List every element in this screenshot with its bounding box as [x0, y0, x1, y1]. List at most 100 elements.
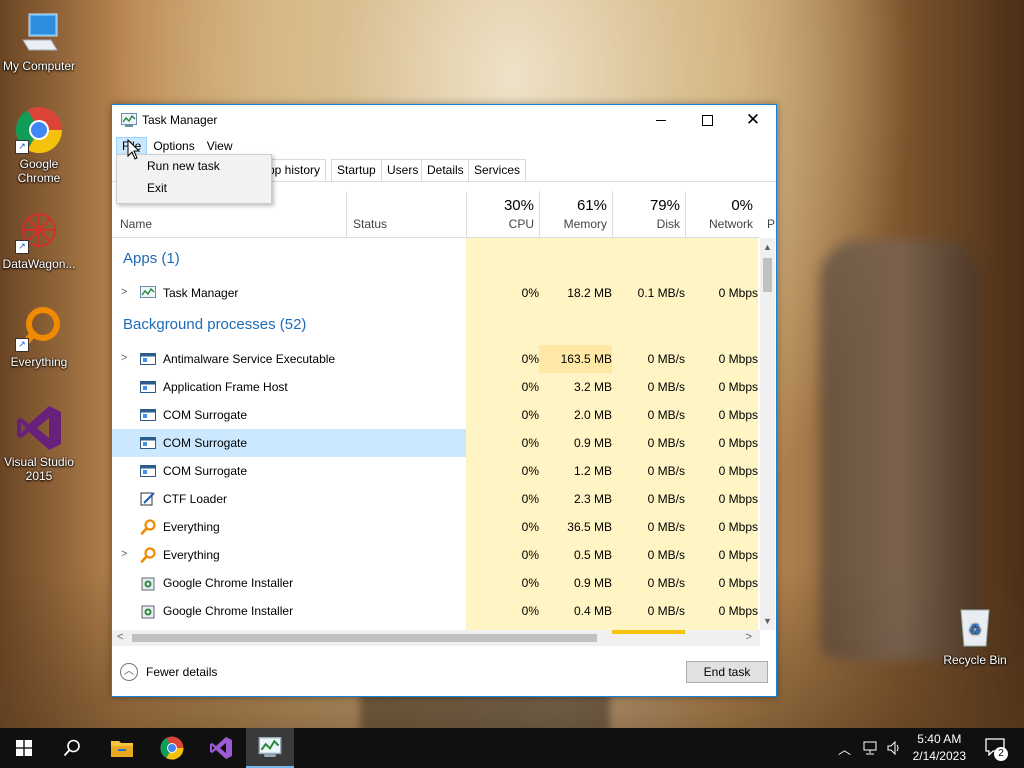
- menu-item-exit[interactable]: Exit: [117, 177, 271, 199]
- scroll-left-icon[interactable]: <: [117, 631, 123, 643]
- cpu-value: 0%: [521, 576, 539, 590]
- process-name: COM Surrogate: [163, 436, 248, 450]
- scroll-down-icon[interactable]: ▼: [763, 616, 772, 626]
- cpu-value: 0%: [521, 436, 539, 450]
- tab-startup[interactable]: Startup: [331, 159, 382, 181]
- clock-time: 5:40 AM: [917, 732, 962, 746]
- volume-icon[interactable]: [886, 740, 902, 756]
- cpu-value: 0%: [521, 548, 539, 562]
- column-status-area[interactable]: Status: [346, 191, 467, 237]
- column-disk[interactable]: 79% Disk: [612, 191, 686, 237]
- table-row[interactable]: COM Surrogate 0% 0.9 MB 0 MB/s 0 Mbps: [112, 429, 760, 457]
- end-task-button[interactable]: End task: [686, 661, 768, 683]
- search-button[interactable]: [48, 728, 96, 768]
- folder-icon: [111, 741, 133, 757]
- scrollbar-thumb[interactable]: [763, 258, 772, 292]
- disk-value: 0 MB/s: [647, 408, 685, 422]
- window-process-icon: [140, 353, 156, 365]
- title-bar[interactable]: Task Manager ✕: [112, 105, 776, 135]
- chrome-icon: ↗: [15, 106, 63, 154]
- memory-value: 2.0 MB: [573, 408, 612, 422]
- taskbar-task-manager[interactable]: [246, 728, 294, 768]
- table-row[interactable]: Application Frame Host 0% 3.2 MB 0 MB/s 0 Mb…: [112, 373, 760, 401]
- shortcut-arrow-icon: ↗: [15, 240, 29, 254]
- horizontal-scrollbar[interactable]: < >: [112, 630, 760, 646]
- cpu-value: 0%: [521, 352, 539, 366]
- tab-users[interactable]: Users: [381, 159, 425, 181]
- table-row[interactable]: > Task Manager 0% 18.2 MB 0.1 MB/s 0 Mbp…: [112, 279, 760, 307]
- column-status: Status: [353, 217, 388, 231]
- column-network[interactable]: 0% Network: [685, 191, 759, 237]
- chrome-icon: [160, 736, 184, 760]
- fewer-details-icon[interactable]: ︿: [120, 663, 138, 681]
- table-row[interactable]: CTF Loader 0% 2.3 MB 0 MB/s 0 Mbps: [112, 485, 760, 513]
- memory-value: 36.5 MB: [567, 520, 612, 534]
- scroll-right-icon[interactable]: >: [746, 631, 752, 643]
- group-header-background: Background processes (52): [123, 316, 307, 333]
- memory-value: 0.9 MB: [573, 576, 612, 590]
- tab-details[interactable]: Details: [421, 159, 470, 181]
- desktop-icon-my-computer[interactable]: My Computer: [0, 8, 78, 73]
- cpu-value: 0%: [521, 464, 539, 478]
- menu-options[interactable]: Options: [147, 137, 200, 155]
- everything-icon: [140, 547, 156, 563]
- cpu-label: CPU: [508, 217, 534, 231]
- desktop-icon-google-chrome[interactable]: ↗ Google Chrome: [0, 106, 78, 185]
- table-row[interactable]: COM Surrogate 0% 2.0 MB 0 MB/s 0 Mbps: [112, 401, 760, 429]
- disk-value: 0 MB/s: [647, 492, 685, 506]
- desktop-icon-datawagon[interactable]: ↗ DataWagon...: [0, 206, 78, 271]
- column-name[interactable]: Name: [120, 217, 152, 231]
- chevron-up-icon[interactable]: ︿: [838, 739, 851, 758]
- table-row[interactable]: Google Chrome Installer 0% 0.4 MB 0 MB/s 0 M…: [112, 597, 760, 625]
- table-row[interactable]: > Antimalware Service Executable 0% 163.5 M…: [112, 345, 760, 373]
- table-row[interactable]: COM Surrogate 0% 1.2 MB 0 MB/s 0 Mbps: [112, 457, 760, 485]
- memory-value: 0.4 MB: [573, 604, 612, 618]
- vertical-scrollbar[interactable]: ▲ ▼: [760, 238, 775, 630]
- network-total: 0%: [731, 197, 753, 214]
- installer-icon: [141, 577, 155, 591]
- taskbar-chrome[interactable]: [148, 728, 196, 768]
- process-name: COM Surrogate: [163, 464, 248, 478]
- desktop-icon-visual-studio[interactable]: Visual Studio 2015: [0, 404, 78, 483]
- task-manager-icon: [258, 737, 282, 757]
- chevron-right-icon[interactable]: >: [121, 286, 127, 298]
- horizontal-scrollbar-thumb[interactable]: [132, 634, 597, 642]
- everything-icon: [140, 519, 156, 535]
- column-memory[interactable]: 61% Memory: [539, 191, 613, 237]
- column-power-partial[interactable]: P: [767, 217, 775, 231]
- fewer-details-link[interactable]: Fewer details: [146, 665, 217, 679]
- table-row[interactable]: Google Chrome Installer 0% 0.9 MB 0 MB/s 0 M…: [112, 569, 760, 597]
- recycle-bin-icon: ♻: [951, 602, 999, 650]
- maximize-button[interactable]: [684, 105, 730, 135]
- windows-icon: [16, 740, 32, 756]
- chevron-right-icon[interactable]: >: [121, 548, 127, 560]
- group-header-apps: Apps (1): [123, 250, 180, 267]
- tab-services[interactable]: Services: [468, 159, 527, 181]
- clock[interactable]: 5:40 AM 2/14/2023: [913, 731, 966, 765]
- disk-value: 0 MB/s: [647, 604, 685, 618]
- menu-view[interactable]: View: [201, 137, 239, 155]
- table-row[interactable]: > Everything 0% 0.5 MB 0 MB/s 0 Mbps: [112, 541, 760, 569]
- cpu-value: 0%: [521, 604, 539, 618]
- desktop-icon-recycle-bin[interactable]: ♻ Recycle Bin: [936, 602, 1014, 667]
- table-row[interactable]: Everything 0% 36.5 MB 0 MB/s 0 Mbps: [112, 513, 760, 541]
- disk-value: 0.1 MB/s: [637, 286, 685, 300]
- notification-badge: 2: [994, 747, 1008, 761]
- column-cpu[interactable]: 30% CPU: [466, 191, 540, 237]
- disk-value: 0 MB/s: [647, 352, 685, 366]
- memory-value: 18.2 MB: [567, 286, 612, 300]
- chevron-right-icon[interactable]: >: [121, 352, 127, 364]
- scroll-up-icon[interactable]: ▲: [763, 242, 772, 252]
- memory-value: 3.2 MB: [573, 380, 612, 394]
- close-button[interactable]: ✕: [730, 105, 776, 135]
- action-center-button[interactable]: 2: [976, 728, 1024, 768]
- network-icon[interactable]: [862, 741, 878, 755]
- desktop-icon-everything[interactable]: ↗ Everything: [0, 304, 78, 369]
- start-button[interactable]: [0, 728, 48, 768]
- datawagon-icon: ↗: [15, 206, 63, 254]
- taskbar-file-explorer[interactable]: [98, 728, 146, 768]
- minimize-button[interactable]: [638, 105, 684, 135]
- taskbar-visual-studio[interactable]: [197, 728, 245, 768]
- cpu-value: 0%: [521, 520, 539, 534]
- network-value: 0 Mbps: [718, 576, 758, 590]
